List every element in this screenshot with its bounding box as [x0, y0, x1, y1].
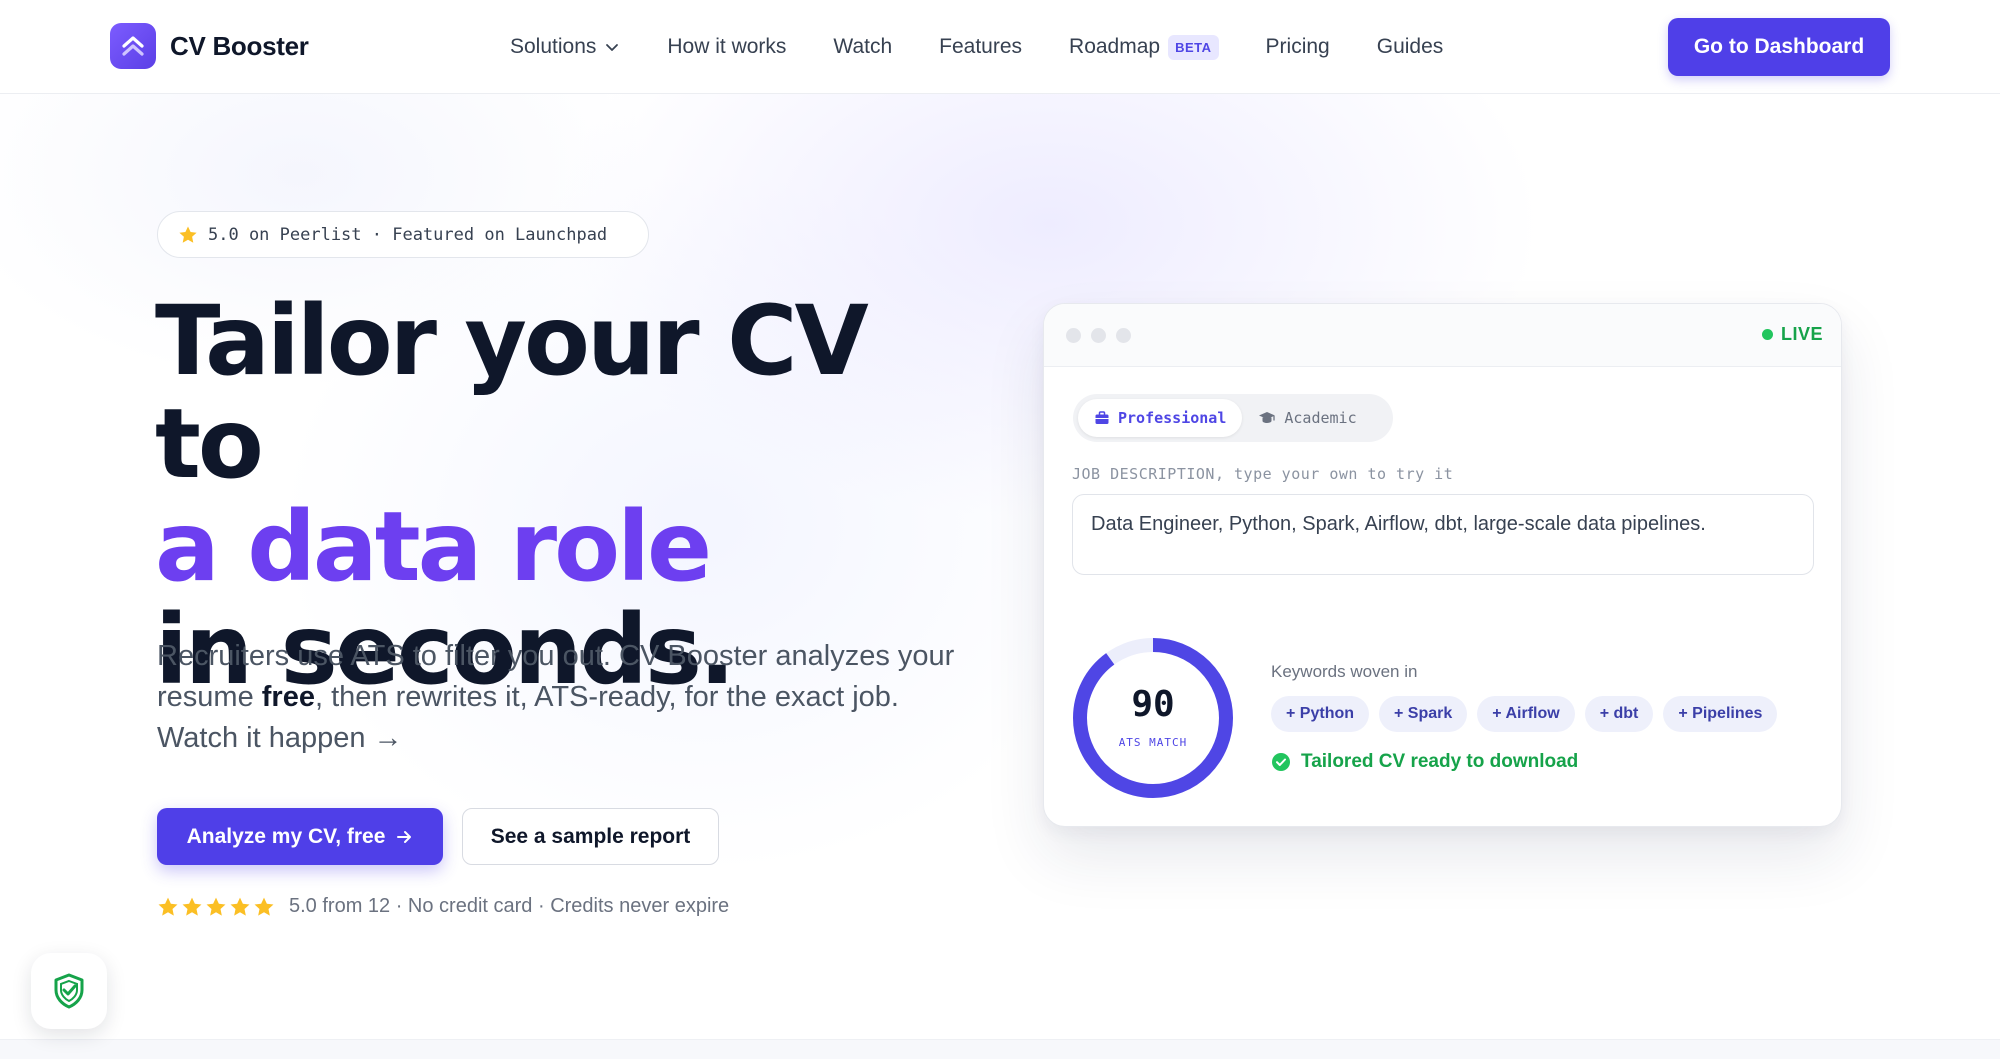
star-icon	[254, 897, 274, 916]
hero-subtext: Recruiters use ATS to filter you out. CV…	[157, 636, 957, 759]
keyword-chip: + Spark	[1379, 696, 1468, 732]
keyword-chips: + Python + Spark + Airflow + dbt + Pipel…	[1271, 696, 1778, 732]
logo-chevrons-icon	[110, 23, 156, 69]
briefcase-icon	[1095, 411, 1109, 424]
keyword-chip: + dbt	[1584, 696, 1654, 732]
demo-card: LIVE Professional Academic JOB DESCRIPTI…	[1043, 303, 1842, 827]
nav-pricing[interactable]: Pricing	[1266, 35, 1330, 59]
job-description-label: JOB DESCRIPTION, type your own to try it	[1072, 465, 1454, 483]
pill-text: 5.0 on Peerlist · Featured on Launchpad	[208, 224, 608, 245]
window-dot	[1116, 328, 1131, 343]
tab-academic[interactable]: Academic	[1242, 399, 1372, 437]
analyze-cv-button[interactable]: Analyze my CV, free	[157, 808, 443, 865]
tab-academic-label: Academic	[1284, 409, 1357, 427]
ats-score-gauge: 90 ATS MATCH	[1071, 636, 1235, 800]
tab-professional[interactable]: Professional	[1078, 399, 1243, 437]
live-dot-icon	[1761, 329, 1773, 340]
rating-stars	[157, 896, 275, 918]
nav-roadmap-label: Roadmap	[1069, 35, 1161, 58]
window-titlebar: LIVE	[1044, 304, 1841, 367]
keywords-title: Keywords woven in	[1271, 662, 1418, 681]
tab-professional-label: Professional	[1118, 409, 1227, 427]
star-icon	[230, 897, 250, 916]
star-icon	[158, 897, 178, 916]
headline-line-2: a data role	[155, 491, 712, 603]
main-nav: Solutions How it works Watch Features Ro…	[510, 0, 1490, 94]
nav-features[interactable]: Features	[939, 35, 1022, 59]
ats-score-label: ATS MATCH	[1118, 736, 1188, 749]
sample-report-button[interactable]: See a sample report	[462, 808, 719, 865]
window-dot	[1091, 328, 1106, 343]
job-description-input[interactable]: Data Engineer, Python, Spark, Airflow, d…	[1072, 494, 1814, 575]
social-proof-pill[interactable]: 5.0 on Peerlist · Featured on Launchpad	[157, 211, 649, 258]
security-shield-icon[interactable]	[31, 953, 107, 1029]
live-indicator: LIVE	[1761, 324, 1823, 345]
arrow-right-icon	[397, 830, 412, 843]
top-navbar: CV Booster Solutions How it works Watch …	[0, 0, 2000, 94]
brand-logo[interactable]: CV Booster	[110, 23, 309, 69]
beta-badge: BETA	[1168, 34, 1219, 60]
nav-solutions[interactable]: Solutions	[510, 35, 620, 59]
cv-ready-status: Tailored CV ready to download	[1271, 751, 1578, 773]
nav-watch[interactable]: Watch	[833, 35, 892, 59]
cv-ready-text: Tailored CV ready to download	[1301, 751, 1579, 772]
keyword-chip: + Python	[1271, 696, 1370, 732]
star-icon	[179, 226, 197, 243]
star-icon	[182, 897, 202, 916]
graduation-cap-icon	[1259, 412, 1276, 423]
cv-type-toggle: Professional Academic	[1073, 394, 1393, 442]
window-dot	[1066, 328, 1081, 343]
keyword-chip: + Pipelines	[1663, 696, 1778, 732]
rating-row: 5.0 from 12 · No credit card · Credits n…	[157, 895, 729, 918]
live-label: LIVE	[1780, 324, 1823, 344]
nav-guides[interactable]: Guides	[1377, 35, 1444, 59]
brand-name: CV Booster	[170, 30, 309, 61]
section-divider	[0, 1039, 2000, 1059]
nav-roadmap[interactable]: Roadmap BETA	[1069, 34, 1219, 60]
go-to-dashboard-button[interactable]: Go to Dashboard	[1668, 18, 1890, 76]
rating-text: 5.0 from 12 · No credit card · Credits n…	[289, 895, 730, 917]
ats-score-value: 90	[1131, 684, 1175, 725]
analyze-cv-label: Analyze my CV, free	[186, 824, 386, 848]
headline-line-1: Tailor your CV to	[155, 285, 869, 500]
subtext-bold: free	[261, 681, 315, 713]
nav-solutions-label: Solutions	[510, 35, 597, 58]
check-circle-icon	[1272, 753, 1290, 771]
nav-how-it-works[interactable]: How it works	[667, 35, 786, 59]
keyword-chip: + Airflow	[1477, 696, 1575, 732]
chevron-down-icon	[606, 44, 619, 51]
star-icon	[206, 897, 226, 916]
